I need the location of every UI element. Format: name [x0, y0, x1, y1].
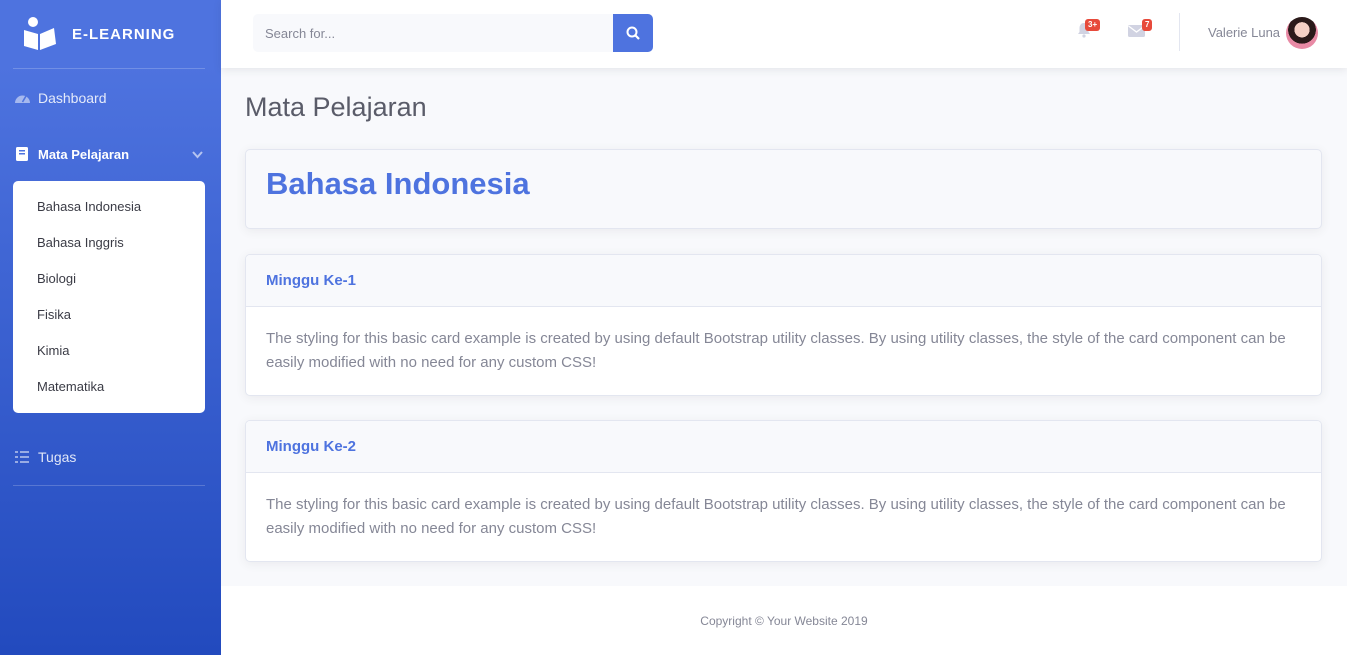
- submenu-item-bahasa-inggris[interactable]: Bahasa Inggris: [13, 224, 205, 260]
- sidebar-item-mata-pelajaran[interactable]: Mata Pelajaran: [0, 126, 221, 182]
- submenu-item-fisika[interactable]: Fisika: [13, 296, 205, 332]
- card-body: The styling for this basic card example …: [266, 330, 1286, 371]
- search-icon: [626, 26, 640, 40]
- brand[interactable]: E-LEARNING: [0, 0, 221, 68]
- card-title[interactable]: Minggu Ke-1: [246, 255, 1321, 307]
- alerts-badge: 3+: [1085, 19, 1101, 31]
- card-title[interactable]: Minggu Ke-2: [246, 421, 1321, 473]
- card-body: The styling for this basic card example …: [266, 496, 1286, 537]
- sidebar-item-tugas[interactable]: Tugas: [0, 429, 221, 485]
- footer: Copyright © Your Website 2019: [221, 586, 1347, 655]
- subject-title: Bahasa Indonesia: [266, 166, 530, 201]
- week-card: Minggu Ke-2 The styling for this basic c…: [245, 420, 1322, 562]
- sidebar-item-label: Tugas: [38, 449, 77, 465]
- page-title: Mata Pelajaran: [245, 92, 427, 122]
- book-icon: [13, 146, 31, 162]
- user-name[interactable]: Valerie Luna: [1208, 25, 1280, 40]
- search-input[interactable]: [253, 14, 613, 52]
- copyright-text: Copyright © Your Website 2019: [700, 613, 868, 628]
- sidebar-item-dashboard[interactable]: Dashboard: [0, 69, 221, 126]
- search-button[interactable]: [613, 14, 653, 52]
- chevron-down-icon: [192, 147, 203, 162]
- submenu-mata-pelajaran: Bahasa Indonesia Bahasa Inggris Biologi …: [13, 181, 205, 413]
- main-content: Mata Pelajaran Bahasa Indonesia Minggu K…: [221, 68, 1347, 586]
- sidebar-item-label: Dashboard: [38, 89, 107, 106]
- messages-button[interactable]: 7: [1128, 19, 1153, 44]
- reader-logo-icon: [22, 16, 58, 52]
- sidebar-divider: [13, 485, 205, 486]
- subject-header-card: Bahasa Indonesia: [245, 149, 1322, 229]
- sidebar-item-label: Mata Pelajaran: [38, 146, 130, 162]
- topbar-divider: [1179, 13, 1180, 51]
- brand-name: E-LEARNING: [72, 25, 176, 43]
- alerts-button[interactable]: 3+: [1076, 19, 1101, 44]
- submenu-item-kimia[interactable]: Kimia: [13, 332, 205, 368]
- topbar: 3+ 7 Valerie Luna: [221, 0, 1347, 68]
- tasks-icon: [13, 449, 31, 465]
- submenu-item-biologi[interactable]: Biologi: [13, 260, 205, 296]
- messages-badge: 7: [1142, 19, 1153, 31]
- submenu-item-bahasa-indonesia[interactable]: Bahasa Indonesia: [13, 188, 205, 224]
- search-bar: [253, 14, 653, 52]
- avatar[interactable]: [1286, 17, 1318, 49]
- week-card: Minggu Ke-1 The styling for this basic c…: [245, 254, 1322, 396]
- tachometer-icon: [13, 90, 31, 106]
- submenu-item-matematika[interactable]: Matematika: [13, 368, 205, 404]
- sidebar: E-LEARNING Dashboard Mata Pelajaran Baha…: [0, 0, 221, 655]
